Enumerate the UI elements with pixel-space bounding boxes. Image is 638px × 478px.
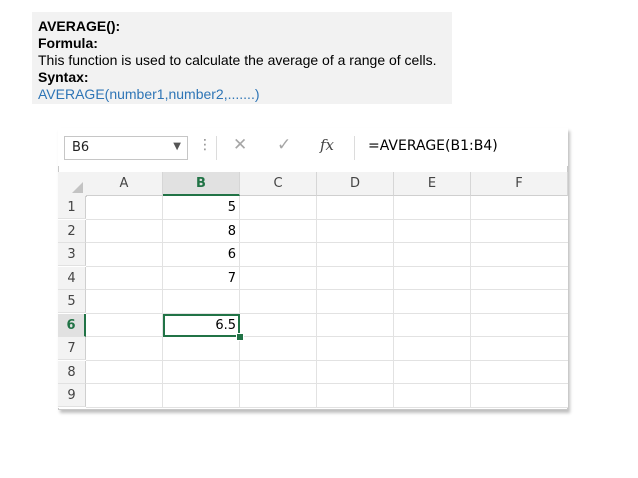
formula-bar: B6 ▼ ⋮ ✕ ✓ fx =AVERAGE(B1:B4) xyxy=(58,128,568,166)
row-header-1[interactable]: 1 xyxy=(58,196,86,219)
row-gridline xyxy=(86,289,568,290)
column-header-a[interactable]: A xyxy=(86,172,163,196)
formula-label: Formula: xyxy=(38,35,98,51)
column-header-c[interactable]: C xyxy=(240,172,317,196)
row-gridline xyxy=(86,265,568,267)
cancel-icon[interactable]: ✕ xyxy=(233,135,247,155)
column-gridline xyxy=(393,196,394,408)
insert-function-icon[interactable]: fx xyxy=(320,136,334,154)
row-header-8[interactable]: 8 xyxy=(58,360,86,384)
formula-input[interactable]: =AVERAGE(B1:B4) xyxy=(368,138,498,154)
excel-screenshot: B6 ▼ ⋮ ✕ ✓ fx =AVERAGE(B1:B4) ABCDEF 1 5 2 8… xyxy=(58,128,568,412)
syntax-label: Syntax: xyxy=(38,69,89,85)
row-gridline xyxy=(86,383,568,384)
active-cell-border xyxy=(163,313,240,337)
row-header-4[interactable]: 4 xyxy=(58,266,86,290)
cell-b5[interactable] xyxy=(163,290,240,313)
column-header-d[interactable]: D xyxy=(317,172,394,196)
function-heading: AVERAGE(): xyxy=(38,18,121,34)
row-gridline xyxy=(86,242,568,243)
drag-handle-icon[interactable]: ⋮ xyxy=(198,137,212,153)
cell-b8[interactable] xyxy=(163,361,240,384)
formula-bar-divider-2 xyxy=(354,136,355,160)
column-gridline xyxy=(316,196,317,408)
cell-b1[interactable]: 5 xyxy=(163,196,240,219)
cell-b2[interactable]: 8 xyxy=(163,220,240,243)
row-header-9[interactable]: 9 xyxy=(58,384,86,407)
select-all-triangle-icon xyxy=(72,182,83,193)
column-header-e[interactable]: E xyxy=(394,172,471,196)
row-header-3[interactable]: 3 xyxy=(58,243,86,266)
row-header-7[interactable]: 7 xyxy=(58,337,86,360)
name-box[interactable]: B6 ▼ xyxy=(64,136,188,160)
function-description: This function is used to calculate the a… xyxy=(38,52,437,68)
spreadsheet-grid: A B C D E F 1 5 2 8 3 6 4 7 5 6 6.5 7 8 9 xyxy=(58,172,568,408)
row-gridline xyxy=(86,359,568,361)
row-gridline xyxy=(86,218,568,220)
column-header-b[interactable]: B xyxy=(163,172,240,196)
cell-b3[interactable]: 6 xyxy=(163,243,240,266)
column-gridline xyxy=(470,196,471,408)
chevron-down-icon[interactable]: ▼ xyxy=(173,141,181,152)
row-header-6[interactable]: 6 xyxy=(58,313,86,337)
syntax-text: AVERAGE(number1,number2,.......) xyxy=(38,86,260,102)
row-gridline xyxy=(86,336,568,337)
cell-b7[interactable] xyxy=(163,337,240,360)
info-box: AVERAGE(): Formula: This function is use… xyxy=(32,12,452,104)
row-gridline xyxy=(86,312,568,314)
row-header-5[interactable]: 5 xyxy=(58,290,86,313)
cell-b4[interactable]: 7 xyxy=(163,267,240,290)
select-all-corner[interactable] xyxy=(58,172,87,197)
cell-b9[interactable] xyxy=(163,384,240,407)
name-box-value: B6 xyxy=(72,140,90,155)
enter-check-icon[interactable]: ✓ xyxy=(277,135,291,155)
row-gridline xyxy=(86,406,568,408)
formula-bar-divider xyxy=(216,136,217,160)
column-header-f[interactable]: F xyxy=(471,172,568,196)
row-header-2[interactable]: 2 xyxy=(58,219,86,243)
